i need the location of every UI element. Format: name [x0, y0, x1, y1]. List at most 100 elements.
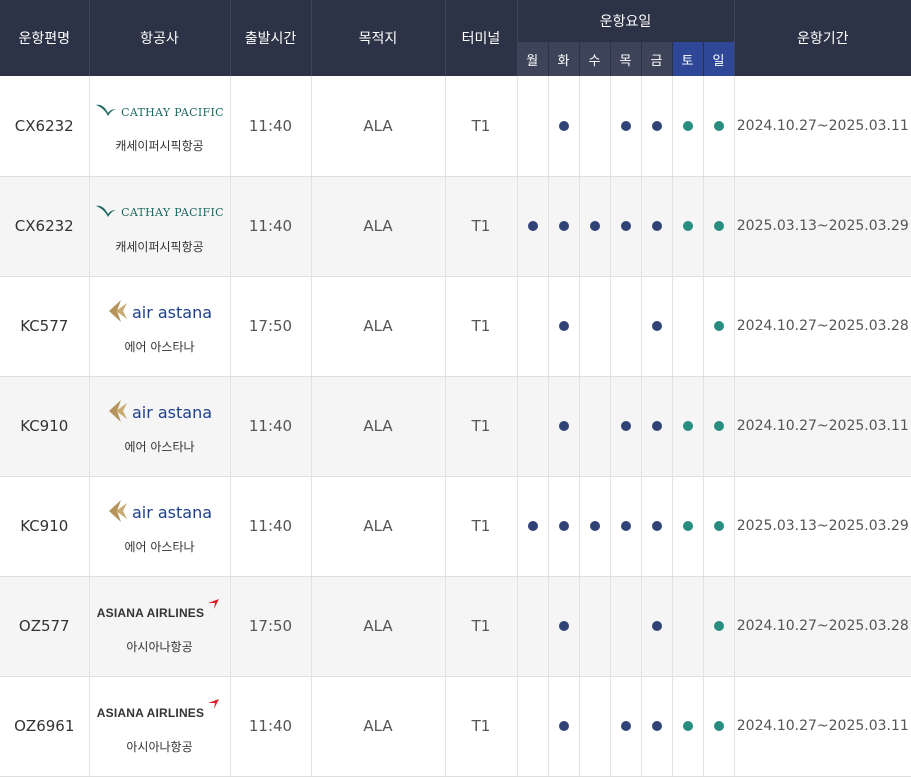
header-airline: 항공사 — [88, 0, 230, 76]
destination: ALA — [310, 276, 445, 377]
departure-time: 11:40 — [229, 676, 311, 777]
day-cell — [640, 176, 672, 277]
logo-text: air astana — [131, 503, 213, 522]
day-cell — [702, 376, 735, 477]
day-cell — [516, 276, 548, 377]
day-cell — [609, 476, 641, 577]
day-cell — [671, 376, 703, 477]
operating-day-dot — [527, 521, 538, 531]
header-day: 일 — [702, 42, 735, 76]
day-cell — [671, 576, 703, 677]
cathay-brushwing-icon — [95, 103, 117, 121]
asiana-wing-icon — [206, 697, 222, 715]
day-cell — [516, 76, 548, 177]
airline-cell: air astana 에어 아스타나 — [88, 276, 230, 377]
header-departure-time: 출발시간 — [229, 0, 311, 76]
day-cell — [547, 576, 579, 677]
cathay-pacific-logo: CATHAY PACIFIC — [90, 97, 230, 127]
operating-day-dot — [682, 221, 693, 231]
flight-number: KC910 — [0, 376, 89, 477]
logo-text: ASIANA AIRLINES — [96, 705, 205, 720]
operating-day-dot — [558, 321, 569, 331]
day-cell — [640, 476, 672, 577]
cathay-brushwing-icon — [95, 204, 117, 222]
operating-day-dot — [589, 521, 600, 531]
terminal: T1 — [444, 176, 517, 277]
header-destination: 목적지 — [310, 0, 445, 76]
header-day: 수 — [578, 42, 610, 76]
flight-number: CX6232 — [0, 176, 89, 277]
operating-period: 2025.03.13~2025.03.29 — [733, 176, 911, 277]
cathay-pacific-logo: CATHAY PACIFIC — [90, 198, 230, 228]
operating-day-dot — [620, 721, 631, 731]
day-cell — [609, 276, 641, 377]
flight-number: KC910 — [0, 476, 89, 577]
operating-day-dot — [713, 221, 724, 231]
day-cell — [702, 576, 735, 677]
operating-day-dot — [620, 521, 631, 531]
operating-day-dot — [558, 221, 569, 231]
airline-cell: ASIANA AIRLINES 아시아나항공 — [88, 676, 230, 777]
operating-period: 2024.10.27~2025.03.28 — [733, 276, 911, 377]
airline-name: 캐세이퍼시픽항공 — [115, 239, 204, 254]
day-cell — [702, 176, 735, 277]
operating-day-dot — [651, 621, 662, 631]
asiana-wing-icon — [206, 597, 222, 615]
airline-cell: air astana 에어 아스타나 — [88, 376, 230, 477]
table-row: CX6232 CATHAY PACIFIC 캐세이퍼시픽항공 11:40 ALA T1 20… — [0, 76, 911, 177]
day-cell — [640, 76, 672, 177]
day-cell — [578, 176, 610, 277]
operating-day-dot — [651, 721, 662, 731]
day-cell — [702, 276, 735, 377]
operating-day-dot — [620, 421, 631, 431]
day-cell — [516, 476, 548, 577]
destination: ALA — [310, 476, 445, 577]
day-cell — [609, 576, 641, 677]
airline-cell: ASIANA AIRLINES 아시아나항공 — [88, 576, 230, 677]
day-cell — [547, 276, 579, 377]
day-cell — [547, 376, 579, 477]
operating-day-dot — [651, 221, 662, 231]
header-operating-days: 운항요일 — [516, 0, 735, 42]
airline-cell: CATHAY PACIFIC 캐세이퍼시픽항공 — [88, 76, 230, 177]
operating-day-dot — [527, 221, 538, 231]
logo-text: CATHAY PACIFIC — [121, 206, 224, 219]
operating-period: 2024.10.27~2025.03.11 — [733, 376, 911, 477]
air-astana-logo: air astana — [90, 498, 230, 528]
header-flight: 운항편명 — [0, 0, 89, 76]
day-cell — [609, 376, 641, 477]
air-astana-logo: air astana — [90, 398, 230, 428]
day-cell — [516, 176, 548, 277]
air-astana-logo: air astana — [90, 298, 230, 328]
destination: ALA — [310, 176, 445, 277]
operating-day-dot — [713, 120, 724, 131]
operating-day-dot — [558, 120, 569, 131]
operating-day-dot — [682, 721, 693, 731]
operating-day-dot — [558, 721, 569, 731]
operating-day-dot — [682, 521, 693, 531]
operating-day-dot — [713, 621, 724, 631]
table-row: KC910 air astana 에어 아스타나 11:40 ALA T1 2024.10.… — [0, 376, 911, 477]
departure-time: 11:40 — [229, 476, 311, 577]
header-day: 화 — [547, 42, 579, 76]
operating-day-dot — [713, 721, 724, 731]
destination: ALA — [310, 76, 445, 177]
day-cell — [547, 476, 579, 577]
terminal: T1 — [444, 476, 517, 577]
terminal: T1 — [444, 76, 517, 177]
airline-cell: air astana 에어 아스타나 — [88, 476, 230, 577]
flight-number: OZ6961 — [0, 676, 89, 777]
header-day: 목 — [609, 42, 641, 76]
operating-day-dot — [713, 421, 724, 431]
day-cell — [516, 576, 548, 677]
airline-name: 아시아나항공 — [126, 639, 193, 654]
logo-text: air astana — [131, 403, 213, 422]
destination: ALA — [310, 676, 445, 777]
header-terminal: 터미널 — [444, 0, 517, 76]
operating-period: 2024.10.27~2025.03.11 — [733, 676, 911, 777]
airline-name: 에어 아스타나 — [124, 539, 195, 554]
air-astana-emblem-icon — [107, 399, 129, 427]
day-cell — [609, 76, 641, 177]
day-cell — [547, 76, 579, 177]
operating-day-dot — [713, 521, 724, 531]
